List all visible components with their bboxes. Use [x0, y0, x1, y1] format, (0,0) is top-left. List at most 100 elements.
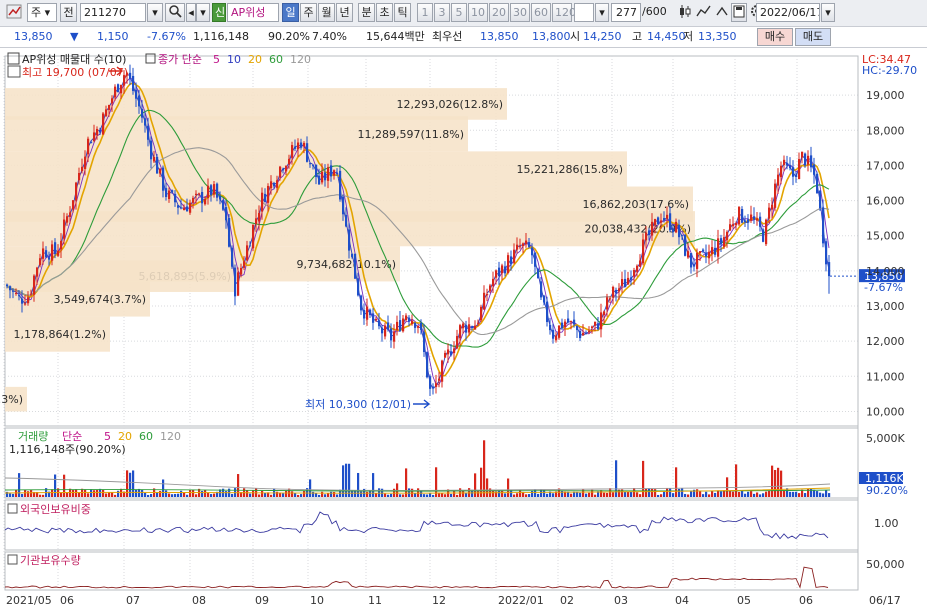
- buy-button[interactable]: 매수: [757, 28, 793, 46]
- interval-10-button[interactable]: 10: [468, 3, 488, 22]
- volume-bar: [285, 490, 288, 497]
- volume-bar: [387, 494, 390, 497]
- candle-body: [285, 166, 288, 172]
- volume-bar: [717, 490, 720, 497]
- candle-body: [726, 231, 729, 241]
- chart-type-icon[interactable]: [3, 3, 25, 22]
- candle-body: [195, 193, 198, 196]
- candle-body: [57, 250, 60, 256]
- interval-30-button[interactable]: 30: [510, 3, 530, 22]
- dropdown-arrow-icon[interactable]: ▾: [595, 3, 609, 22]
- arrows-icon[interactable]: [713, 3, 730, 22]
- candle-body: [411, 320, 414, 325]
- candle-body: [456, 336, 459, 349]
- volume-bar: [588, 492, 591, 497]
- candle-body: [291, 145, 294, 158]
- data-count-input[interactable]: 277: [611, 3, 641, 22]
- interval-120-button[interactable]: 120: [552, 3, 576, 22]
- date-input[interactable]: 2022/06/17: [756, 3, 820, 22]
- volume-bar: [741, 490, 744, 497]
- interval-3-button[interactable]: 3: [434, 3, 450, 22]
- volume-bar: [405, 468, 408, 497]
- prev-button[interactable]: 전: [60, 3, 77, 22]
- y-tick-label: 16,000: [866, 195, 905, 208]
- line-chart-icon[interactable]: [695, 3, 712, 22]
- period-tick-button[interactable]: 틱: [394, 3, 411, 22]
- volume-bar: [324, 494, 327, 497]
- interval-20-button[interactable]: 20: [489, 3, 509, 22]
- candle-body: [363, 309, 366, 319]
- volume-bar: [375, 493, 378, 497]
- stock-name-field[interactable]: AP위성: [227, 3, 279, 22]
- volume-bar: [249, 493, 252, 497]
- y-tick-label: 12,000: [866, 335, 905, 348]
- candle-body: [333, 170, 336, 176]
- dropdown-arrow-icon[interactable]: ▾: [147, 3, 163, 22]
- volume-bar: [531, 490, 534, 497]
- volume-bar: [195, 494, 198, 497]
- stock-code-input[interactable]: 211270: [80, 3, 146, 22]
- candle-body: [357, 278, 360, 296]
- interval-1-button[interactable]: 1: [417, 3, 433, 22]
- candle-body: [228, 218, 231, 247]
- volume-bar: [42, 494, 45, 497]
- volume-bar: [75, 489, 78, 497]
- last-date-label: 06/17: [869, 594, 901, 607]
- candle-body: [666, 214, 669, 219]
- candle-body: [774, 183, 777, 208]
- custom-interval-input[interactable]: [574, 3, 594, 22]
- candle-body: [486, 294, 489, 296]
- save-icon[interactable]: [731, 3, 747, 22]
- dropdown-arrow-icon[interactable]: ▾: [196, 3, 210, 22]
- volume-bar: [576, 491, 579, 497]
- volume-bar: [729, 491, 732, 497]
- candle-body: [186, 206, 189, 212]
- candle-body: [813, 164, 816, 175]
- candle-body: [231, 247, 234, 267]
- candle-body: [198, 193, 201, 195]
- candle-body: [591, 326, 594, 329]
- volume-bar: [525, 494, 528, 497]
- volume-bar: [303, 490, 306, 497]
- interval-60-button[interactable]: 60: [531, 3, 551, 22]
- volume-bar: [300, 494, 303, 497]
- ma-legend-120: 120: [290, 53, 311, 66]
- candle-body: [267, 185, 270, 203]
- period-day-button[interactable]: 일: [282, 3, 299, 22]
- candle-body: [216, 183, 219, 198]
- candle-body: [108, 104, 111, 110]
- volume-ratio: 90.20%: [268, 30, 310, 43]
- period-week-button[interactable]: 주: [300, 3, 317, 22]
- period-month-button[interactable]: 월: [318, 3, 335, 22]
- candle-body: [174, 193, 177, 203]
- volume-bar: [687, 494, 690, 497]
- candle-body: [150, 140, 153, 160]
- stock-chart[interactable]: 254,659(0.3%) 1,178,864(1.2%) 3,549,674(3.…: [0, 48, 927, 610]
- mode-select[interactable]: 주 ▾: [27, 3, 57, 22]
- volume-bar: [792, 491, 795, 497]
- candle-settings-icon[interactable]: [676, 3, 693, 22]
- candle-body: [462, 323, 465, 329]
- candle-body: [714, 247, 717, 255]
- inst-legend-label: 기관보유수량: [20, 554, 81, 567]
- sell-button[interactable]: 매도: [795, 28, 831, 46]
- indicator-tag[interactable]: 신: [212, 3, 226, 22]
- candle-body: [162, 167, 165, 191]
- search-icon[interactable]: [165, 3, 185, 22]
- volume-bar: [636, 492, 639, 497]
- volume-bar: [756, 492, 759, 497]
- candle-body: [525, 240, 528, 244]
- volume-bar: [528, 494, 531, 497]
- interval-5-button[interactable]: 5: [451, 3, 467, 22]
- x-tick-label: 2022/01: [498, 594, 544, 607]
- period-year-button[interactable]: 년: [336, 3, 353, 22]
- volume-bar: [552, 493, 555, 497]
- period-second-button[interactable]: 초: [376, 3, 393, 22]
- volume-bar: [297, 494, 300, 497]
- sound-icon[interactable]: ◂: [186, 3, 196, 22]
- volume-bar: [54, 474, 57, 497]
- candle-body: [468, 324, 471, 333]
- period-minute-button[interactable]: 분: [358, 3, 375, 22]
- calendar-dropdown-icon[interactable]: ▾: [821, 3, 835, 22]
- candle-body: [219, 196, 222, 200]
